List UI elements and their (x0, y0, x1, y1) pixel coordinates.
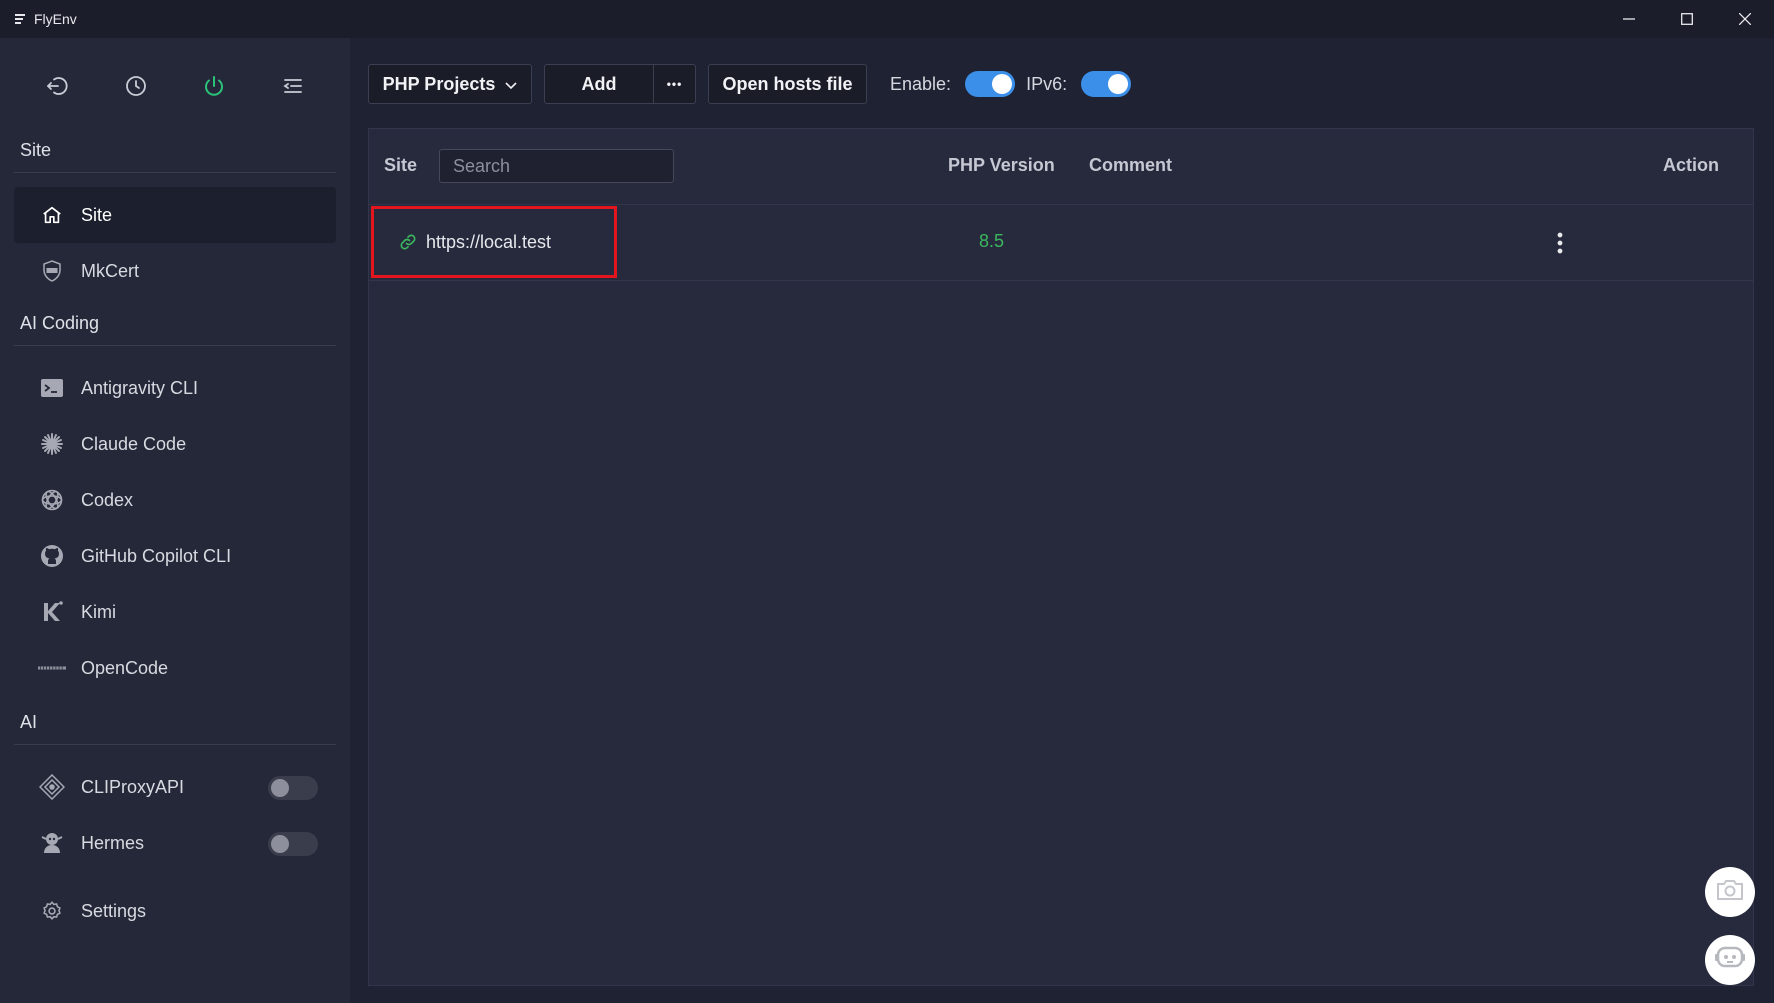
sidebar-item-label: OpenCode (81, 657, 169, 678)
sidebar-toolbar (0, 38, 350, 134)
link-icon (398, 232, 418, 252)
site-url[interactable]: https://local.test (426, 232, 551, 253)
open-hosts-file-button[interactable]: Open hosts file (708, 64, 867, 104)
sites-table: Site PHP Version Comment Action https://… (368, 128, 1754, 986)
sidebar-item-label: MkCert (81, 260, 139, 281)
claude-starburst-icon (38, 430, 66, 458)
screenshot-camera-button[interactable] (1705, 867, 1755, 917)
section-title-ai-coding: AI Coding (20, 313, 100, 333)
enable-label: Enable: (890, 73, 952, 94)
sidebar-item-label: Kimi (81, 601, 116, 622)
cliproxyapi-toggle[interactable] (268, 776, 318, 800)
sidebar-item-settings[interactable]: Settings (14, 883, 336, 939)
chevron-down-icon (505, 74, 517, 95)
column-header-php-version[interactable]: PHP Version (948, 155, 1055, 176)
project-type-label: PHP Projects (382, 73, 496, 94)
app-title: FlyEnv (34, 11, 77, 27)
sidebar-item-label: Hermes (81, 832, 145, 853)
sidebar-item-claude-code[interactable]: Claude Code (14, 416, 336, 472)
maximize-button[interactable] (1658, 0, 1716, 38)
openai-knot-icon (38, 486, 66, 514)
ai-assistant-button[interactable] (1705, 935, 1755, 985)
site-link-cell[interactable]: https://local.test (371, 206, 617, 278)
power-icon[interactable] (196, 68, 232, 104)
opencode-wordmark-icon (38, 654, 66, 682)
more-options-button[interactable]: ••• (654, 64, 696, 104)
close-button[interactable] (1716, 0, 1774, 38)
kimi-k-icon (38, 598, 66, 626)
divider (14, 345, 336, 346)
add-button-group: Add ••• (544, 64, 696, 104)
sidebar-item-label: Settings (81, 900, 147, 921)
php-version-value: 8.5 (979, 231, 1005, 251)
search-input[interactable] (439, 149, 674, 183)
sidebar-item-label: Site (81, 204, 113, 225)
divider (14, 744, 336, 745)
minimize-button[interactable] (1600, 0, 1658, 38)
column-header-action: Action (1663, 155, 1719, 175)
hermes-toggle[interactable] (268, 832, 318, 856)
sidebar-item-label: CLIProxyAPI (81, 776, 185, 797)
project-type-dropdown[interactable]: PHP Projects (368, 64, 532, 104)
terminal-icon (38, 374, 66, 402)
table-row: https://local.test 8.5 (369, 205, 1753, 281)
window-controls (1600, 0, 1774, 38)
history-clock-icon[interactable] (118, 68, 154, 104)
ipv6-label: IPv6: (1026, 73, 1068, 94)
main-content: PHP Projects Add ••• Open hosts file Ena… (350, 38, 1774, 1003)
diamond-network-icon (38, 773, 66, 801)
sidebar-item-cliproxyapi[interactable]: CLIProxyAPI (14, 759, 336, 815)
sidebar-item-label: Claude Code (81, 433, 187, 454)
table-header: Site PHP Version Comment Action (369, 129, 1753, 205)
divider (14, 172, 336, 173)
sidebar-item-label: GitHub Copilot CLI (81, 545, 232, 566)
collapse-menu-icon[interactable] (275, 68, 311, 104)
column-header-comment: Comment (1089, 155, 1173, 175)
sidebar-item-kimi[interactable]: Kimi (14, 584, 336, 640)
toolbar: PHP Projects Add ••• Open hosts file Ena… (368, 64, 1132, 104)
sidebar-item-hermes[interactable]: Hermes (14, 815, 336, 871)
sidebar-item-opencode[interactable]: OpenCode (14, 640, 336, 696)
section-title-ai: AI (20, 712, 38, 732)
sidebar-item-codex[interactable]: Codex (14, 472, 336, 528)
more-vertical-icon[interactable] (1547, 229, 1573, 257)
section-title-site: Site (20, 140, 52, 160)
camera-icon (1716, 878, 1744, 907)
certificate-icon (38, 257, 66, 285)
column-header-site: Site (384, 155, 418, 175)
add-button[interactable]: Add (544, 64, 654, 104)
sidebar-item-label: Antigravity CLI (81, 377, 199, 398)
logout-icon[interactable] (39, 68, 75, 104)
github-icon (38, 542, 66, 570)
enable-toggle[interactable] (965, 71, 1016, 97)
sidebar-item-github-copilot-cli[interactable]: GitHub Copilot CLI (14, 528, 336, 584)
hermes-figure-icon (38, 829, 66, 857)
sidebar: Site Site MkCert AI Coding Antigravity C… (0, 38, 350, 1003)
sidebar-item-mkcert[interactable]: MkCert (14, 243, 336, 299)
home-icon (38, 201, 66, 229)
ipv6-toggle[interactable] (1081, 71, 1132, 97)
sidebar-item-label: Codex (81, 489, 134, 510)
app-logo-icon (12, 11, 28, 27)
sidebar-item-site[interactable]: Site (14, 187, 336, 243)
gear-icon (38, 897, 66, 925)
robot-icon (1714, 945, 1746, 976)
title-bar: FlyEnv (0, 0, 1774, 38)
sidebar-item-antigravity-cli[interactable]: Antigravity CLI (14, 360, 336, 416)
